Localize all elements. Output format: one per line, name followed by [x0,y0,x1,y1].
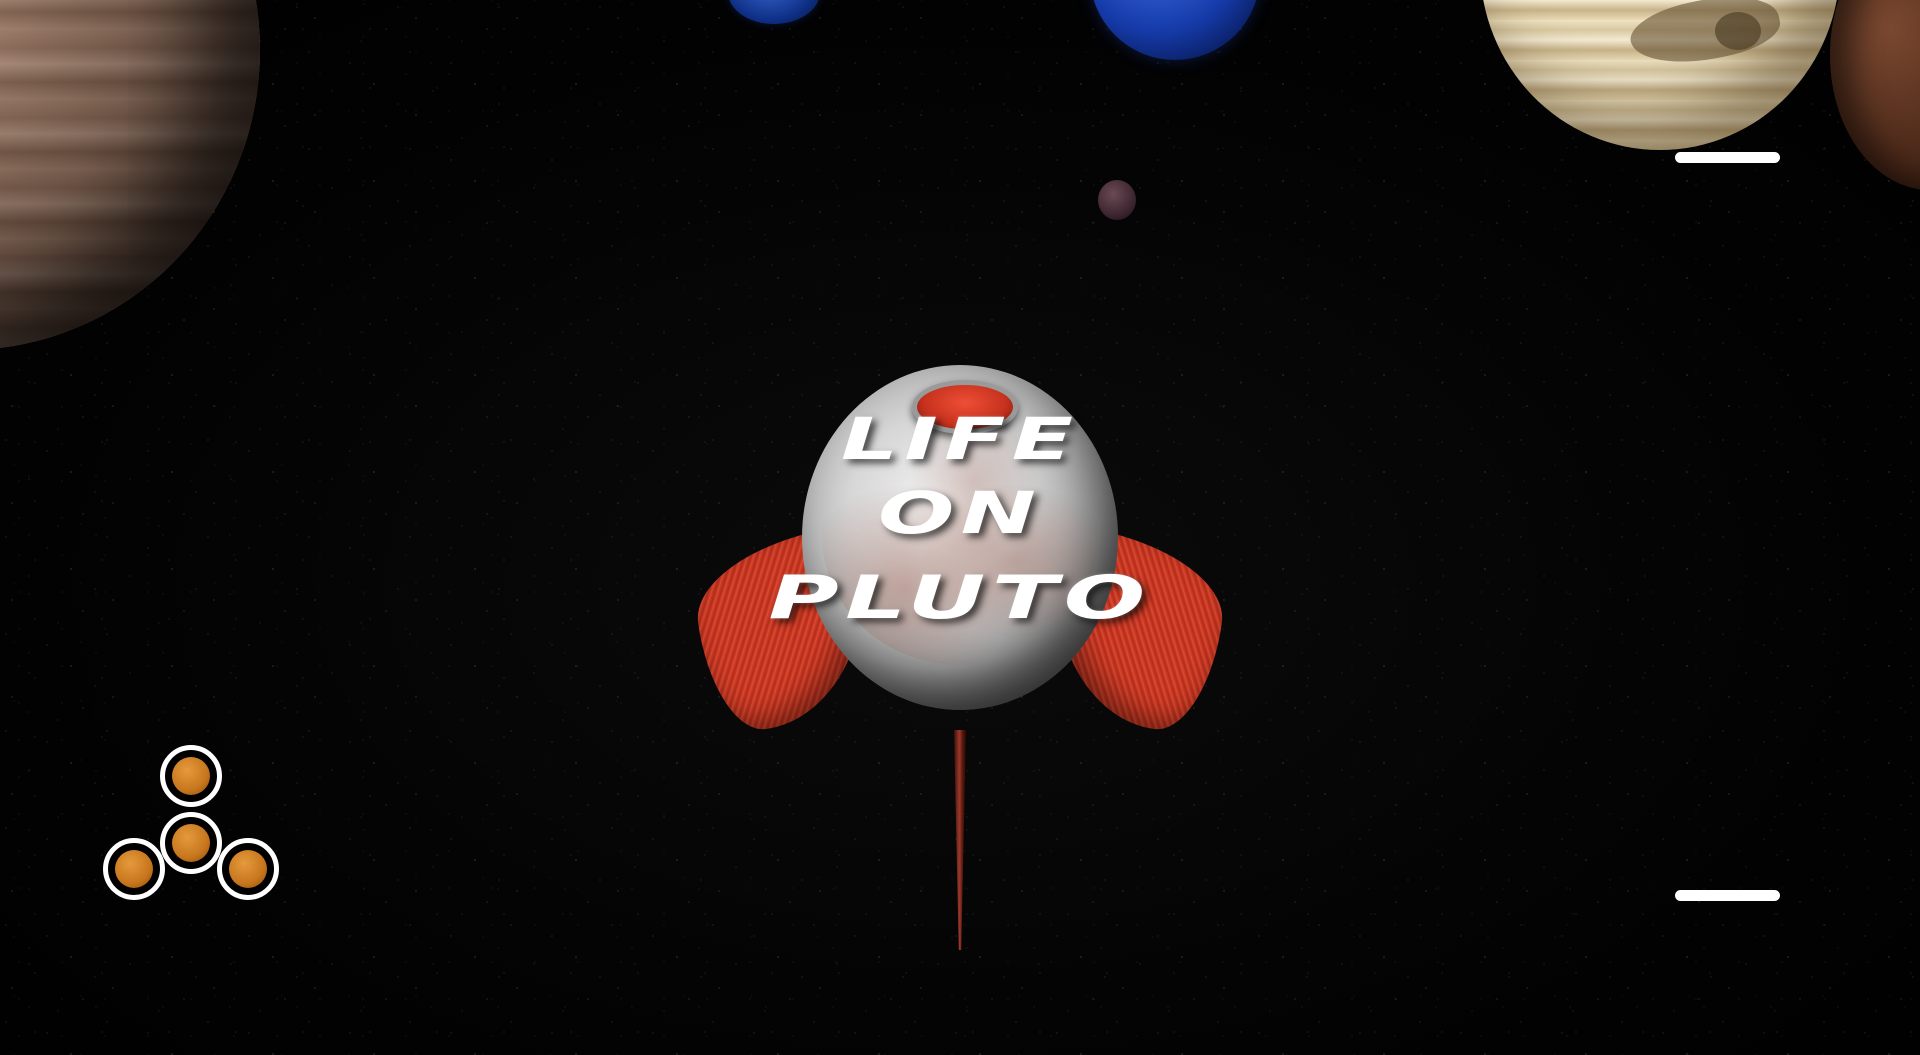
title-line: PLUTO [768,563,1152,633]
game-title-logo: LIFE ON PLUTO [650,410,1270,628]
joystick-left-button[interactable] [103,838,165,900]
joystick-center-button[interactable] [160,812,222,874]
joystick-right-button[interactable] [217,838,279,900]
ship-antenna [954,730,966,950]
joystick-control [100,745,290,905]
small-moon [1098,180,1136,220]
joystick-up-button[interactable] [160,745,222,807]
game-scene: LIFE ON PLUTO [0,0,1920,1055]
title-line: ON [877,479,1043,547]
title-line: LIFE [840,405,1080,473]
action-bar-button[interactable] [1675,890,1780,901]
menu-bar-button[interactable] [1675,152,1780,163]
